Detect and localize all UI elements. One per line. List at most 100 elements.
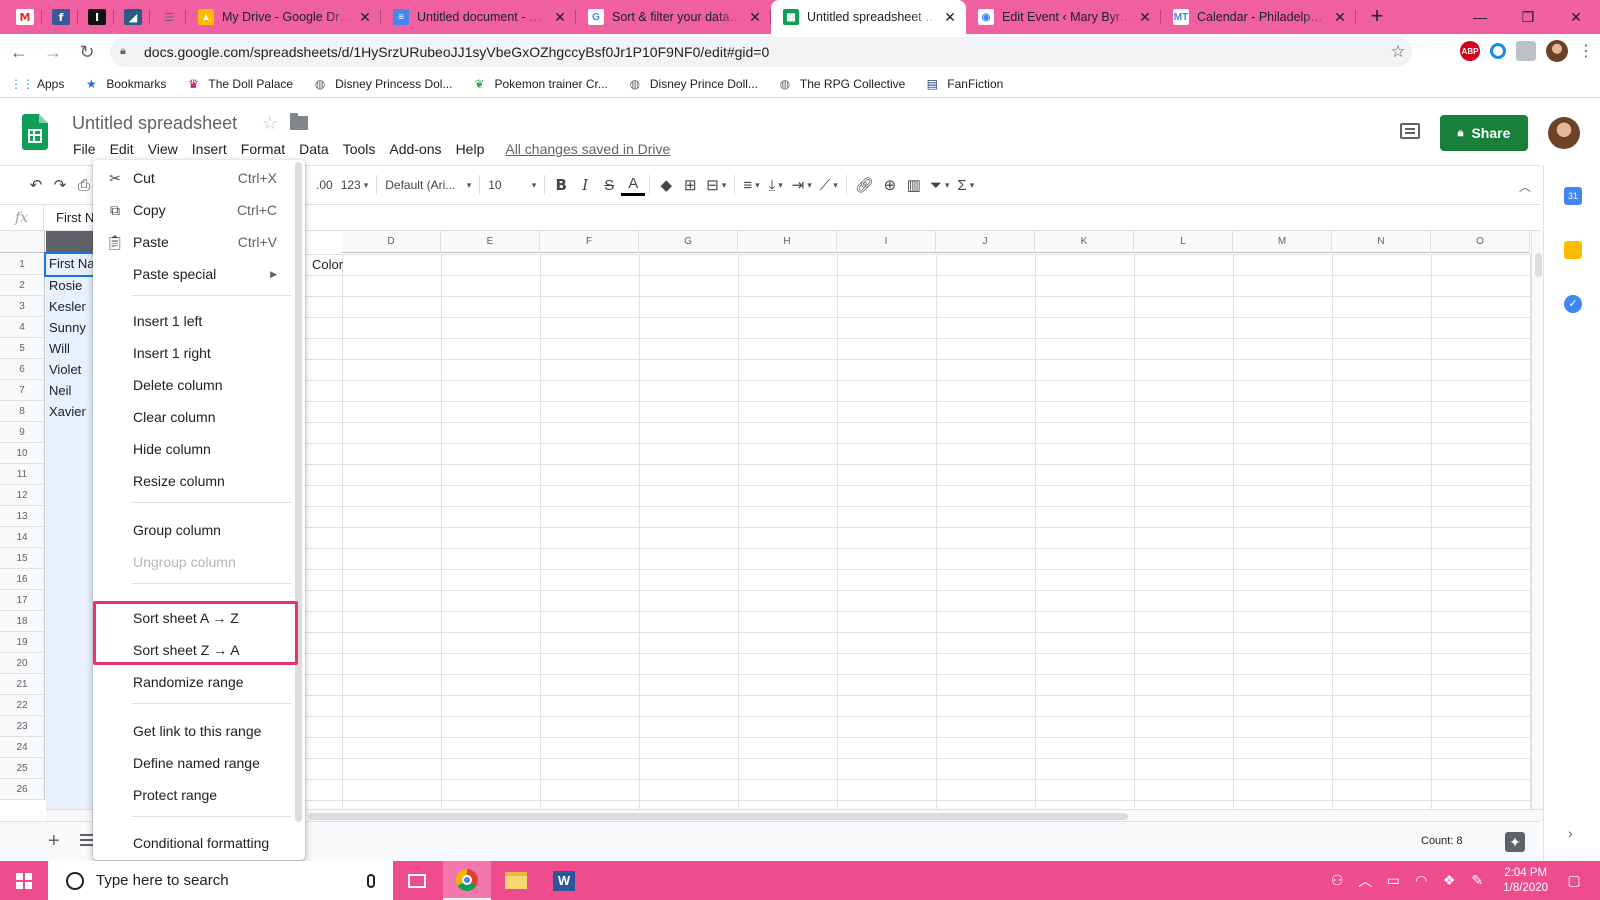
- browser-tab[interactable]: ▦ Untitled spreadsheet - Google Sheets ✕: [771, 0, 966, 34]
- close-tab-icon[interactable]: ✕: [357, 9, 373, 25]
- row-header[interactable]: 21: [0, 674, 45, 695]
- column-header[interactable]: M: [1233, 231, 1332, 253]
- cell-a8[interactable]: Xavier: [49, 404, 86, 419]
- menu-format[interactable]: Format: [234, 139, 292, 159]
- row-header[interactable]: 4: [0, 317, 45, 338]
- bookmark-item[interactable]: ◍ The RPG Collective: [777, 76, 906, 92]
- close-tab-icon[interactable]: ✕: [552, 9, 568, 25]
- redo-icon[interactable]: ↷: [48, 171, 72, 199]
- column-header[interactable]: L: [1134, 231, 1233, 253]
- bookmark-item[interactable]: ♛ The Doll Palace: [185, 76, 293, 92]
- share-button[interactable]: 🔒︎ Share: [1440, 115, 1528, 151]
- extension-ring-icon[interactable]: [1490, 43, 1506, 59]
- menu-group-column[interactable]: Group column: [93, 515, 305, 545]
- pinned-tab-gmail[interactable]: M: [8, 0, 42, 34]
- tasks-icon[interactable]: ✓: [1564, 295, 1582, 313]
- all-sheets-icon[interactable]: [80, 834, 94, 846]
- taskbar-search[interactable]: Type here to search: [48, 861, 393, 900]
- show-hidden-icons[interactable]: ︿: [1351, 871, 1379, 891]
- insert-link-icon[interactable]: 🔗︎: [851, 171, 878, 199]
- row-header[interactable]: 5: [0, 338, 45, 359]
- scroll-thumb[interactable]: [1535, 253, 1542, 277]
- borders-icon[interactable]: ⊞: [678, 171, 702, 199]
- bookmark-item[interactable]: ❦ Pokemon trainer Cr...: [471, 76, 607, 92]
- document-title[interactable]: Untitled spreadsheet: [72, 113, 237, 134]
- menu-data[interactable]: Data: [292, 139, 336, 159]
- battery-icon[interactable]: ▭: [1379, 872, 1407, 889]
- browser-tab[interactable]: G Sort & filter your data - Computer ✕: [576, 0, 771, 34]
- row-header[interactable]: 17: [0, 590, 45, 611]
- bookmark-item[interactable]: ◍ Disney Princess Dol...: [312, 76, 453, 92]
- row-header[interactable]: 25: [0, 758, 45, 779]
- forward-button[interactable]: →: [38, 37, 68, 67]
- insert-chart-icon[interactable]: ▥: [902, 171, 926, 199]
- menu-paste[interactable]: 📋︎ Paste Ctrl+V: [93, 227, 305, 257]
- star-icon[interactable]: ☆: [262, 113, 278, 134]
- menu-conditional-formatting[interactable]: Conditional formatting: [93, 828, 305, 858]
- column-header[interactable]: J: [936, 231, 1035, 253]
- menu-tools[interactable]: Tools: [336, 139, 383, 159]
- cell-a1[interactable]: First Na: [44, 252, 96, 277]
- italic-icon[interactable]: I: [573, 171, 597, 199]
- browser-tab[interactable]: ▲ My Drive - Google Drive ✕: [186, 0, 381, 34]
- explore-icon[interactable]: ✦: [1505, 832, 1525, 852]
- strikethrough-icon[interactable]: S: [597, 171, 621, 199]
- chrome-menu-icon[interactable]: ⋮: [1578, 41, 1594, 61]
- insert-comment-icon[interactable]: ⊕: [878, 171, 902, 199]
- row-header[interactable]: 18: [0, 611, 45, 632]
- reload-button[interactable]: ↻: [72, 37, 102, 67]
- close-tab-icon[interactable]: ✕: [1332, 9, 1348, 25]
- row-header[interactable]: 6: [0, 359, 45, 380]
- row-header[interactable]: 26: [0, 779, 45, 800]
- menu-cut[interactable]: ✂ Cut Ctrl+X: [93, 163, 305, 193]
- text-wrap-icon[interactable]: ⇥ ▾: [788, 171, 816, 199]
- pinned-tab-imdb[interactable]: I: [80, 0, 114, 34]
- row-header[interactable]: 9: [0, 422, 45, 443]
- people-icon[interactable]: ⚇: [1323, 872, 1351, 889]
- row-header[interactable]: 14: [0, 527, 45, 548]
- functions-icon[interactable]: Σ ▾: [953, 171, 978, 199]
- row-header[interactable]: 1: [0, 254, 45, 275]
- column-header[interactable]: I: [837, 231, 936, 253]
- vertical-align-icon[interactable]: ⤓ ▾: [764, 171, 788, 199]
- row-header[interactable]: 19: [0, 632, 45, 653]
- column-header[interactable]: N: [1332, 231, 1431, 253]
- task-view-icon[interactable]: [393, 861, 441, 900]
- row-header[interactable]: 8: [0, 401, 45, 422]
- extension-puzzle-icon[interactable]: [1516, 41, 1536, 61]
- calendar-icon[interactable]: 31: [1564, 187, 1582, 205]
- menu-copy[interactable]: ⧉ Copy Ctrl+C: [93, 195, 305, 225]
- save-status[interactable]: All changes saved in Drive: [505, 139, 670, 159]
- profile-avatar[interactable]: [1546, 40, 1568, 62]
- vertical-scrollbar[interactable]: [1531, 231, 1543, 809]
- menu-help[interactable]: Help: [449, 139, 492, 159]
- text-rotation-icon[interactable]: ⟋ ▾: [816, 171, 842, 199]
- menu-clear-column[interactable]: Clear column: [93, 402, 305, 432]
- menu-randomize-range[interactable]: Randomize range: [93, 667, 305, 697]
- row-header[interactable]: 3: [0, 296, 45, 317]
- column-header[interactable]: K: [1035, 231, 1134, 253]
- cell-a7[interactable]: Neil: [49, 383, 71, 398]
- row-header[interactable]: 20: [0, 653, 45, 674]
- merge-cells-icon[interactable]: ⊟ ▾: [702, 171, 730, 199]
- collapse-menus-icon[interactable]: ︿: [1519, 178, 1531, 195]
- column-header[interactable]: O: [1431, 231, 1530, 253]
- bookmark-star-icon[interactable]: ☆: [1384, 42, 1412, 62]
- close-tab-icon[interactable]: ✕: [942, 9, 958, 25]
- chrome-taskbar-icon[interactable]: [443, 861, 491, 900]
- bookmark-item[interactable]: ★ Bookmarks: [83, 76, 166, 92]
- row-header[interactable]: 10: [0, 443, 45, 464]
- browser-tab[interactable]: ≡ Untitled document - Google Docs ✕: [381, 0, 576, 34]
- row-header[interactable]: 22: [0, 695, 45, 716]
- sheets-logo-icon[interactable]: [22, 114, 48, 150]
- folder-icon[interactable]: [290, 113, 308, 130]
- add-sheet-button[interactable]: +: [48, 830, 60, 853]
- cell-a6[interactable]: Violet: [49, 362, 81, 377]
- menu-hide-column[interactable]: Hide column: [93, 434, 305, 464]
- menu-insert-left[interactable]: Insert 1 left: [93, 306, 305, 336]
- cell-a2[interactable]: Rosie: [49, 278, 82, 293]
- expand-panel-icon[interactable]: ›: [1568, 825, 1573, 841]
- cell-c1[interactable]: Color: [312, 257, 343, 272]
- font-size-dropdown[interactable]: 10 ▾: [484, 171, 540, 199]
- close-tab-icon[interactable]: ✕: [747, 9, 763, 25]
